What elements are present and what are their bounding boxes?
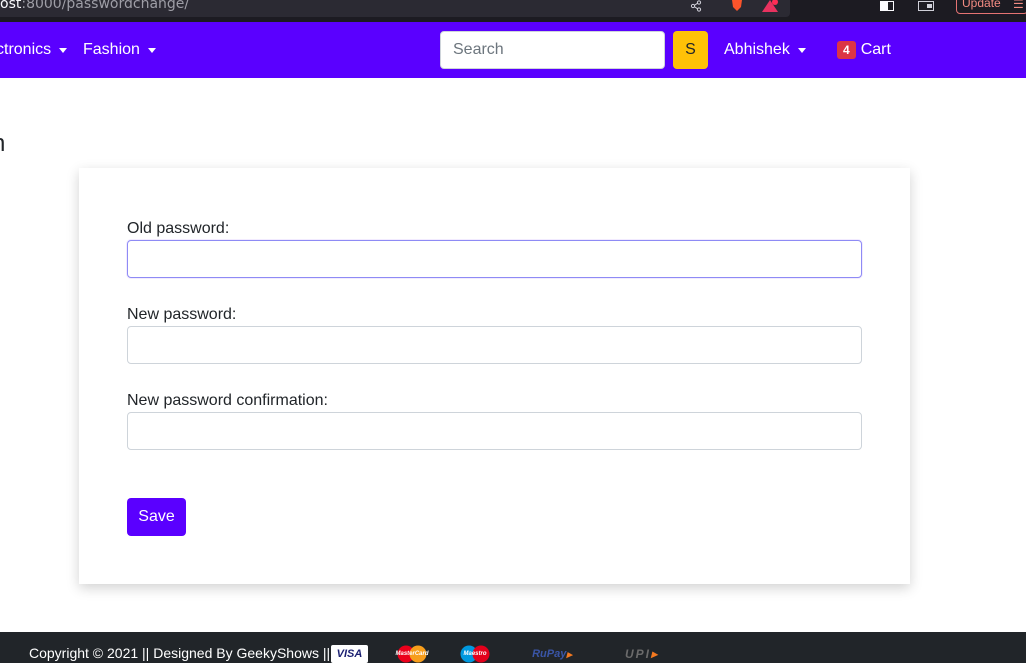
save-button[interactable]: Save (127, 498, 186, 536)
confirm-password-label: New password confirmation: (127, 392, 328, 409)
brave-shield-icon[interactable] (730, 0, 744, 12)
share-icon[interactable] (690, 0, 702, 12)
visa-icon: VISA (331, 645, 368, 663)
cart-count-badge: 4 (837, 41, 856, 59)
update-button[interactable]: Update ☰ (956, 0, 1026, 14)
cart-link[interactable]: 4 Cart (837, 22, 891, 78)
rupay-icon: RuPay ▸ (532, 648, 572, 661)
url-path: :8000/passwordchange/ (21, 0, 190, 12)
password-change-card: Old password: New password: New password… (79, 168, 910, 584)
upi-label: UPI (624, 647, 651, 661)
cart-label: Cart (860, 41, 891, 58)
old-password-input[interactable] (127, 240, 862, 278)
search-input[interactable] (440, 31, 665, 69)
new-password-input[interactable] (127, 326, 862, 364)
maestro-label: Maestro (463, 651, 487, 657)
url-text: ost:8000/passwordchange/ (0, 0, 189, 12)
mastercard-label: MasterCard (395, 651, 429, 657)
caret-down-icon (59, 47, 68, 53)
nav-dropdown-electronics[interactable]: ctronics (0, 22, 68, 78)
maestro-icon: Maestro (455, 645, 495, 663)
nav-item-label: ctronics (0, 41, 52, 58)
confirm-password-input[interactable] (127, 412, 862, 450)
caret-down-icon (797, 47, 806, 53)
search-button[interactable]: S (673, 31, 708, 69)
new-password-label: New password: (127, 306, 237, 323)
rupay-label: RuPay (532, 648, 567, 660)
upi-icon: UPI ▸ (624, 647, 660, 661)
page-title: n (0, 130, 5, 158)
brave-rewards-icon[interactable] (762, 0, 778, 12)
update-label: Update (962, 0, 1001, 10)
old-password-label: Old password: (127, 220, 230, 237)
wallet-icon[interactable] (918, 0, 934, 12)
caret-down-icon (147, 47, 156, 53)
user-dropdown[interactable]: Abhishek (724, 22, 806, 78)
address-bar[interactable]: ost:8000/passwordchange/ (0, 0, 790, 17)
user-name: Abhishek (724, 41, 790, 58)
navbar: ctronics Fashion S Abhishek 4Cart (0, 22, 1026, 78)
copyright-text: Copyright © 2021 || Designed By GeekySho… (29, 645, 331, 661)
nav-dropdown-fashion[interactable]: Fashion (83, 22, 156, 78)
visa-label: VISA (336, 648, 363, 660)
mastercard-icon: MasterCard (391, 645, 433, 663)
menu-icon[interactable]: ☰ (1013, 0, 1024, 12)
browser-chrome: ost:8000/passwordchange/ Update ☰ (0, 0, 1026, 22)
nav-item-label: Fashion (83, 41, 140, 58)
search-button-label: S (685, 41, 696, 58)
footer: Copyright © 2021 || Designed By GeekySho… (0, 632, 1026, 663)
url-host: ost (0, 0, 22, 12)
sidebar-toggle-icon[interactable] (880, 0, 894, 12)
